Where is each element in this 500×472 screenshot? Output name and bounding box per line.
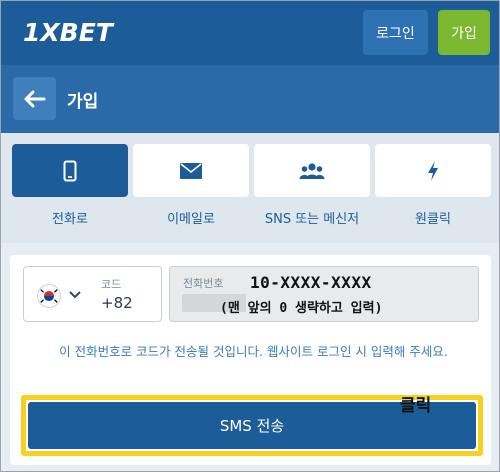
page-title: 가입 bbox=[67, 92, 99, 112]
screen: 1XBET 로그인 가입 가입 전화로 이메일로 SNS 또는 메신저 원클릭 … bbox=[0, 0, 500, 472]
tab-phone[interactable] bbox=[12, 144, 128, 197]
login-button[interactable]: 로그인 bbox=[363, 10, 428, 55]
sms-hint-text: 이 전화번호로 코드가 전송될 것입니다. 웹사이트 로그인 시 입력해 주세요… bbox=[59, 344, 448, 359]
code-value: +82 bbox=[101, 294, 133, 312]
click-annotation: 클릭 bbox=[400, 396, 432, 416]
code-label: 코드 bbox=[101, 278, 122, 291]
tab-sns[interactable] bbox=[254, 144, 370, 197]
tab-oneclick-label[interactable]: 원클릭 bbox=[363, 208, 499, 227]
tab-phone-label[interactable]: 전화로 bbox=[1, 208, 140, 227]
brand-logo[interactable]: 1XBET bbox=[21, 15, 131, 49]
registration-form: 코드 +82 전화번호 10-XXXX-XXXX (맨 앞의 0 생략하고 입력… bbox=[10, 255, 491, 465]
users-icon bbox=[299, 162, 325, 179]
country-code-select[interactable]: 코드 +82 bbox=[23, 266, 162, 322]
smartphone-icon bbox=[63, 160, 77, 181]
tab-email-label[interactable]: 이메일로 bbox=[121, 208, 261, 227]
tab-email[interactable] bbox=[133, 144, 249, 197]
svg-text:1XBET: 1XBET bbox=[23, 18, 115, 47]
chevron-down-icon bbox=[69, 291, 81, 299]
top-bar: 1XBET 로그인 가입 bbox=[1, 1, 499, 65]
tab-oneclick[interactable] bbox=[375, 144, 491, 197]
tab-sns-label[interactable]: SNS 또는 메신저 bbox=[242, 208, 382, 227]
phone-format-annotation: 10-XXXX-XXXX bbox=[250, 273, 372, 292]
join-button[interactable]: 가입 bbox=[438, 10, 490, 55]
lightning-icon bbox=[428, 160, 438, 181]
phone-note-annotation: (맨 앞의 0 생략하고 입력) bbox=[220, 301, 383, 316]
south-korea-flag-icon bbox=[37, 284, 61, 308]
phone-number-input[interactable]: 전화번호 10-XXXX-XXXX (맨 앞의 0 생략하고 입력) bbox=[169, 266, 479, 322]
back-button[interactable] bbox=[13, 77, 56, 120]
page-header: 가입 bbox=[1, 65, 499, 133]
phone-label: 전화번호 bbox=[183, 277, 224, 290]
envelope-icon bbox=[180, 162, 202, 179]
arrow-left-icon bbox=[24, 90, 45, 107]
registration-method-tabs: 전화로 이메일로 SNS 또는 메신저 원클릭 bbox=[1, 133, 499, 243]
